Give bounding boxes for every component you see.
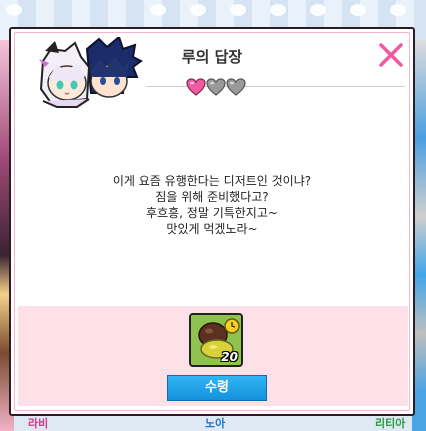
character-portraits bbox=[37, 35, 151, 115]
bunny-decoration bbox=[350, 4, 366, 16]
background-name-litia: 리티아 bbox=[375, 417, 406, 430]
reply-dialog: 루의 답장 이게 요즘 유행한다는 디저트인 것이냐? 짐을 위해 준비했다고?… bbox=[9, 27, 415, 416]
heart-empty-icon bbox=[226, 78, 246, 96]
close-button[interactable] bbox=[377, 41, 405, 69]
bunny-decoration bbox=[230, 4, 246, 16]
bunny-decoration bbox=[150, 4, 166, 16]
reward-item-slot: 20 bbox=[189, 313, 243, 367]
heart-empty-icon bbox=[206, 78, 226, 96]
message-line: 후흐흥, 정말 기특한지고~ bbox=[146, 206, 278, 220]
bunny-decoration bbox=[190, 4, 206, 16]
character-portrait-icon bbox=[39, 35, 143, 108]
background-name-rabi: 라비 bbox=[28, 417, 49, 430]
message-line: 짐을 위해 준비했다고? bbox=[155, 190, 269, 204]
bunny-decoration bbox=[270, 4, 286, 16]
reward-panel: 20 수령 bbox=[18, 306, 408, 406]
title-divider bbox=[146, 86, 405, 87]
bunny-decoration bbox=[6, 4, 22, 16]
close-icon bbox=[379, 43, 403, 67]
reward-item-count: 20 bbox=[221, 350, 238, 364]
message-line: 맛있게 먹겠노라~ bbox=[166, 222, 258, 236]
background-name-noa: 노아 bbox=[205, 417, 226, 430]
bunny-decoration bbox=[390, 4, 406, 16]
receive-button[interactable]: 수령 bbox=[167, 375, 267, 401]
bunny-decoration bbox=[310, 4, 326, 16]
heart-filled-icon bbox=[186, 78, 206, 96]
reply-message: 이게 요즘 유행한다는 디저트인 것이냐? 짐을 위해 준비했다고? 후흐흥, … bbox=[11, 173, 413, 237]
message-line: 이게 요즘 유행한다는 디저트인 것이냐? bbox=[112, 174, 312, 188]
affection-hearts bbox=[186, 78, 246, 96]
